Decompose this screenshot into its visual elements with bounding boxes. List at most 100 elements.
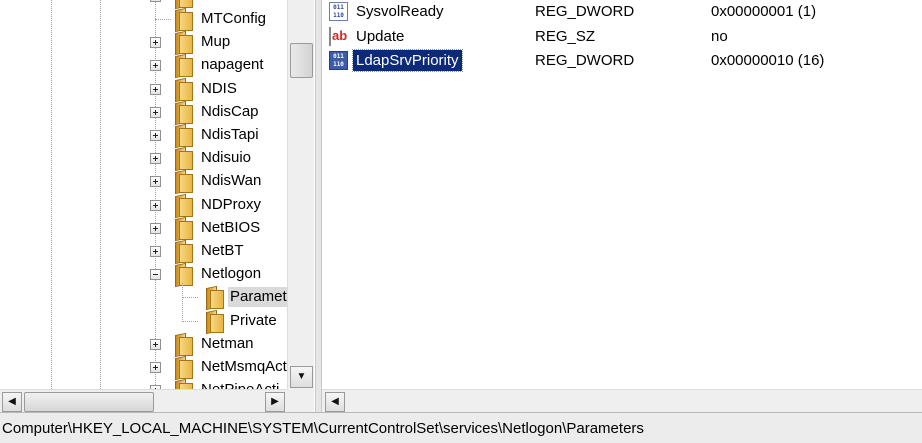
scroll-corner — [287, 389, 314, 412]
folder-icon — [172, 357, 193, 379]
tree-node[interactable]: Paramet — [0, 286, 289, 310]
values-horizontal-scrollbar[interactable]: ◀ — [322, 389, 922, 413]
expand-icon[interactable] — [150, 60, 161, 72]
tree-node[interactable]: NetBIOS — [0, 217, 287, 240]
current-key-path: Computer\HKEY_LOCAL_MACHINE\SYSTEM\Curre… — [2, 420, 644, 437]
registry-editor-window: MsInfo32 MTConfig Mup napagent NDIS NdisCap Nd… — [0, 0, 922, 443]
tree-vertical-scroll-thumb[interactable] — [290, 43, 313, 78]
tree-connector — [155, 19, 171, 20]
tree-node-label: NetBT — [201, 242, 244, 259]
tree-node-label: NetBIOS — [201, 218, 261, 236]
expand-icon[interactable] — [150, 37, 161, 49]
folder-icon — [172, 241, 193, 263]
registry-value-row[interactable]: ab Update REG_SZ no — [322, 25, 922, 49]
folder-icon — [172, 55, 193, 78]
expand-icon[interactable] — [150, 246, 161, 257]
registry-key-tree[interactable]: MsInfo32 MTConfig Mup napagent NDIS NdisCap Nd… — [0, 0, 315, 412]
tree-node[interactable]: Mup — [0, 31, 287, 55]
value-data: no — [711, 27, 728, 45]
tree-scroll-right-button[interactable]: ▶ — [265, 392, 285, 412]
folder-icon — [203, 287, 224, 310]
tree-node[interactable]: Private — [0, 310, 287, 333]
tree-node[interactable]: NetBT — [0, 240, 287, 263]
tree-node[interactable]: Netlogon — [0, 263, 287, 287]
tree-node-label: Netman — [201, 334, 254, 352]
value-type: REG_DWORD — [535, 52, 635, 69]
tree-connector — [182, 320, 198, 322]
tree-node-label: NDIS — [201, 79, 237, 97]
folder-icon — [172, 218, 193, 240]
tree-node[interactable]: napagent — [0, 54, 287, 78]
tree-connector — [182, 297, 198, 299]
tree-node[interactable]: NetMsmqAct — [0, 356, 287, 379]
scroll-down-button[interactable]: ▼ — [290, 366, 313, 388]
expand-icon[interactable] — [150, 106, 161, 118]
dword-value-icon: 011 110 — [329, 51, 348, 70]
values-scroll-left-button[interactable]: ◀ — [325, 392, 345, 412]
tree-node-label: Paramet — [228, 287, 289, 308]
tree-vertical-scrollbar[interactable]: ▼ — [287, 0, 314, 389]
expand-icon[interactable] — [150, 0, 161, 2]
tree-node[interactable]: NdisCap — [0, 101, 287, 124]
tree-node-label: MsInfo32 — [199, 0, 265, 6]
folder-icon — [203, 311, 224, 333]
tree-horizontal-scroll-thumb[interactable] — [24, 392, 154, 412]
tree-node-label: Private — [230, 311, 277, 329]
value-type: REG_DWORD — [535, 3, 635, 20]
value-name: SysvolReady — [356, 3, 444, 20]
value-name: LdapSrvPriority — [352, 49, 463, 72]
tree-guide-line — [182, 283, 183, 320]
folder-icon — [172, 334, 193, 356]
folder-icon — [172, 125, 193, 147]
folder-icon — [172, 0, 193, 8]
folder-icon — [172, 264, 193, 287]
registry-value-row[interactable]: 011 110 SysvolReady REG_DWORD 0x00000001 (1… — [322, 0, 922, 24]
tree-scroll-left-button[interactable]: ◀ — [2, 392, 22, 412]
tree-node-label: NdisTapi — [201, 126, 259, 143]
tree-node-label: NdisWan — [201, 172, 262, 190]
tree-node-label: NetMsmqAct — [201, 358, 287, 375]
string-value-icon: ab — [329, 26, 348, 46]
tree-node-label: NdisCap — [201, 102, 259, 120]
expand-icon[interactable] — [150, 199, 161, 211]
folder-icon — [172, 148, 193, 171]
expand-icon[interactable] — [150, 222, 161, 234]
expand-icon[interactable] — [150, 130, 161, 141]
tree-node-label: napagent — [201, 56, 264, 74]
registry-values-list[interactable]: 011 110 SysvolReady REG_DWORD 0x00000001 (1… — [322, 0, 922, 389]
value-type: REG_SZ — [535, 27, 596, 45]
expand-icon[interactable] — [150, 83, 161, 95]
value-data: 0x00000001 (1) — [711, 3, 817, 20]
tree-node[interactable]: Ndisuio — [0, 147, 287, 171]
folder-icon — [172, 195, 193, 217]
pane-splitter[interactable] — [315, 0, 322, 412]
tree-node-label: NDProxy — [201, 195, 262, 213]
folder-icon — [172, 9, 193, 31]
dword-value-icon: 011 110 — [329, 2, 348, 21]
status-bar: Computer\HKEY_LOCAL_MACHINE\SYSTEM\Curre… — [0, 412, 922, 443]
expand-icon[interactable] — [150, 338, 161, 350]
tree-node-label: Netlogon — [201, 265, 262, 283]
tree-node[interactable]: NdisWan — [0, 170, 287, 194]
tree-node-label: Ndisuio — [201, 149, 252, 167]
tree-node[interactable]: NdisTapi — [0, 124, 287, 147]
tree-node-label: Mup — [201, 33, 231, 51]
tree-node[interactable]: MTConfig — [0, 8, 287, 31]
tree-node[interactable]: MsInfo32 — [0, 0, 287, 8]
expand-icon[interactable] — [150, 362, 161, 373]
folder-icon — [172, 171, 193, 194]
tree-node-label: MTConfig — [201, 10, 267, 27]
collapse-icon[interactable] — [150, 269, 161, 281]
tree-horizontal-scrollbar[interactable]: ◀ ▶ — [0, 389, 287, 413]
expand-icon[interactable] — [150, 153, 161, 165]
tree-node[interactable]: NDProxy — [0, 194, 287, 217]
value-data: 0x00000010 (16) — [711, 52, 825, 69]
folder-icon — [172, 79, 193, 101]
tree-node[interactable]: Netman — [0, 333, 287, 356]
expand-icon[interactable] — [150, 176, 161, 188]
folder-icon — [172, 32, 193, 55]
registry-value-row[interactable]: 011 110 LdapSrvPriority REG_DWORD 0x0000001… — [322, 49, 922, 73]
value-name: Update — [356, 27, 405, 45]
tree-node[interactable]: NDIS — [0, 78, 287, 101]
folder-icon — [172, 102, 193, 124]
